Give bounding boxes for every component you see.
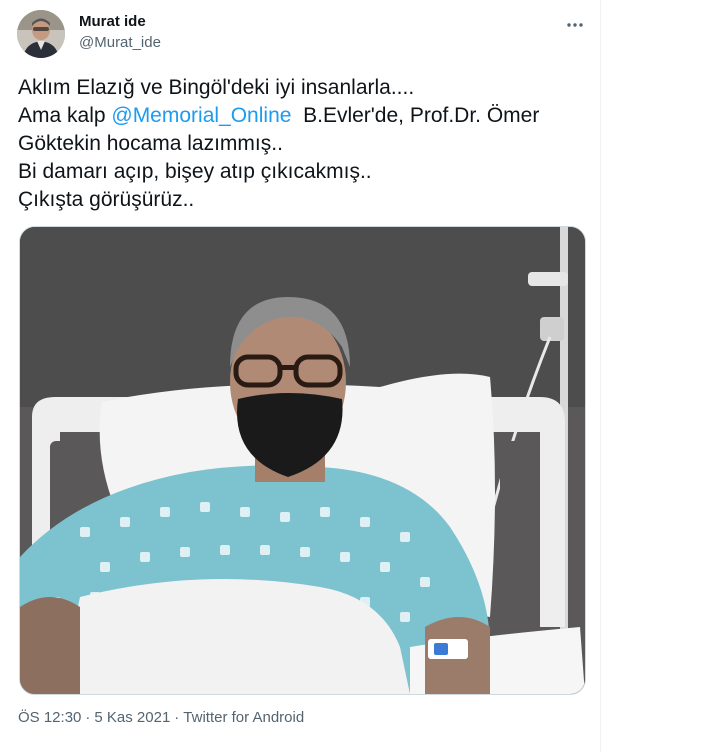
meta-separator-2: · (174, 709, 180, 726)
tweet-text-line3: Göktekin hocama lazımmış.. (18, 132, 283, 155)
tweet-text-line5: Çıkışta görüşürüz.. (18, 188, 195, 211)
tweet-date[interactable]: 5 Kas 2021 (94, 709, 170, 726)
tweet-time[interactable]: ÖS 12:30 (18, 709, 81, 726)
mention-link[interactable]: @Memorial_Online (111, 104, 291, 127)
tweet-photo[interactable] (19, 226, 586, 695)
author-handle[interactable]: @Murat_ide (79, 34, 161, 51)
tweet-source[interactable]: Twitter for Android (183, 709, 304, 726)
tweet-card: Murat ide @Murat_ide Aklım Elazığ ve Bin… (0, 0, 601, 752)
right-column-blank (601, 0, 702, 752)
tweet-text-line2-prefix: Ama kalp (18, 104, 112, 127)
tweet-text: Aklım Elazığ ve Bingöl'deki iyi insanlar… (18, 74, 593, 214)
author-display-name[interactable]: Murat ide (79, 13, 146, 30)
tweet-meta: ÖS 12:30 · 5 Kas 2021 · Twitter for Android (18, 709, 304, 726)
photo-hospital-bed-illustration (20, 227, 585, 694)
tweet-text-line2-suffix: B.Evler'de, Prof.Dr. Ömer (291, 104, 540, 127)
tweet-text-line1: Aklım Elazığ ve Bingöl'deki iyi insanlar… (18, 76, 415, 99)
more-horizontal-icon[interactable] (560, 10, 590, 40)
tweet-text-line4: Bi damarı açıp, bişey atıp çıkıcakmış.. (18, 160, 372, 183)
meta-separator: · (85, 709, 91, 726)
author-avatar[interactable] (17, 10, 65, 58)
